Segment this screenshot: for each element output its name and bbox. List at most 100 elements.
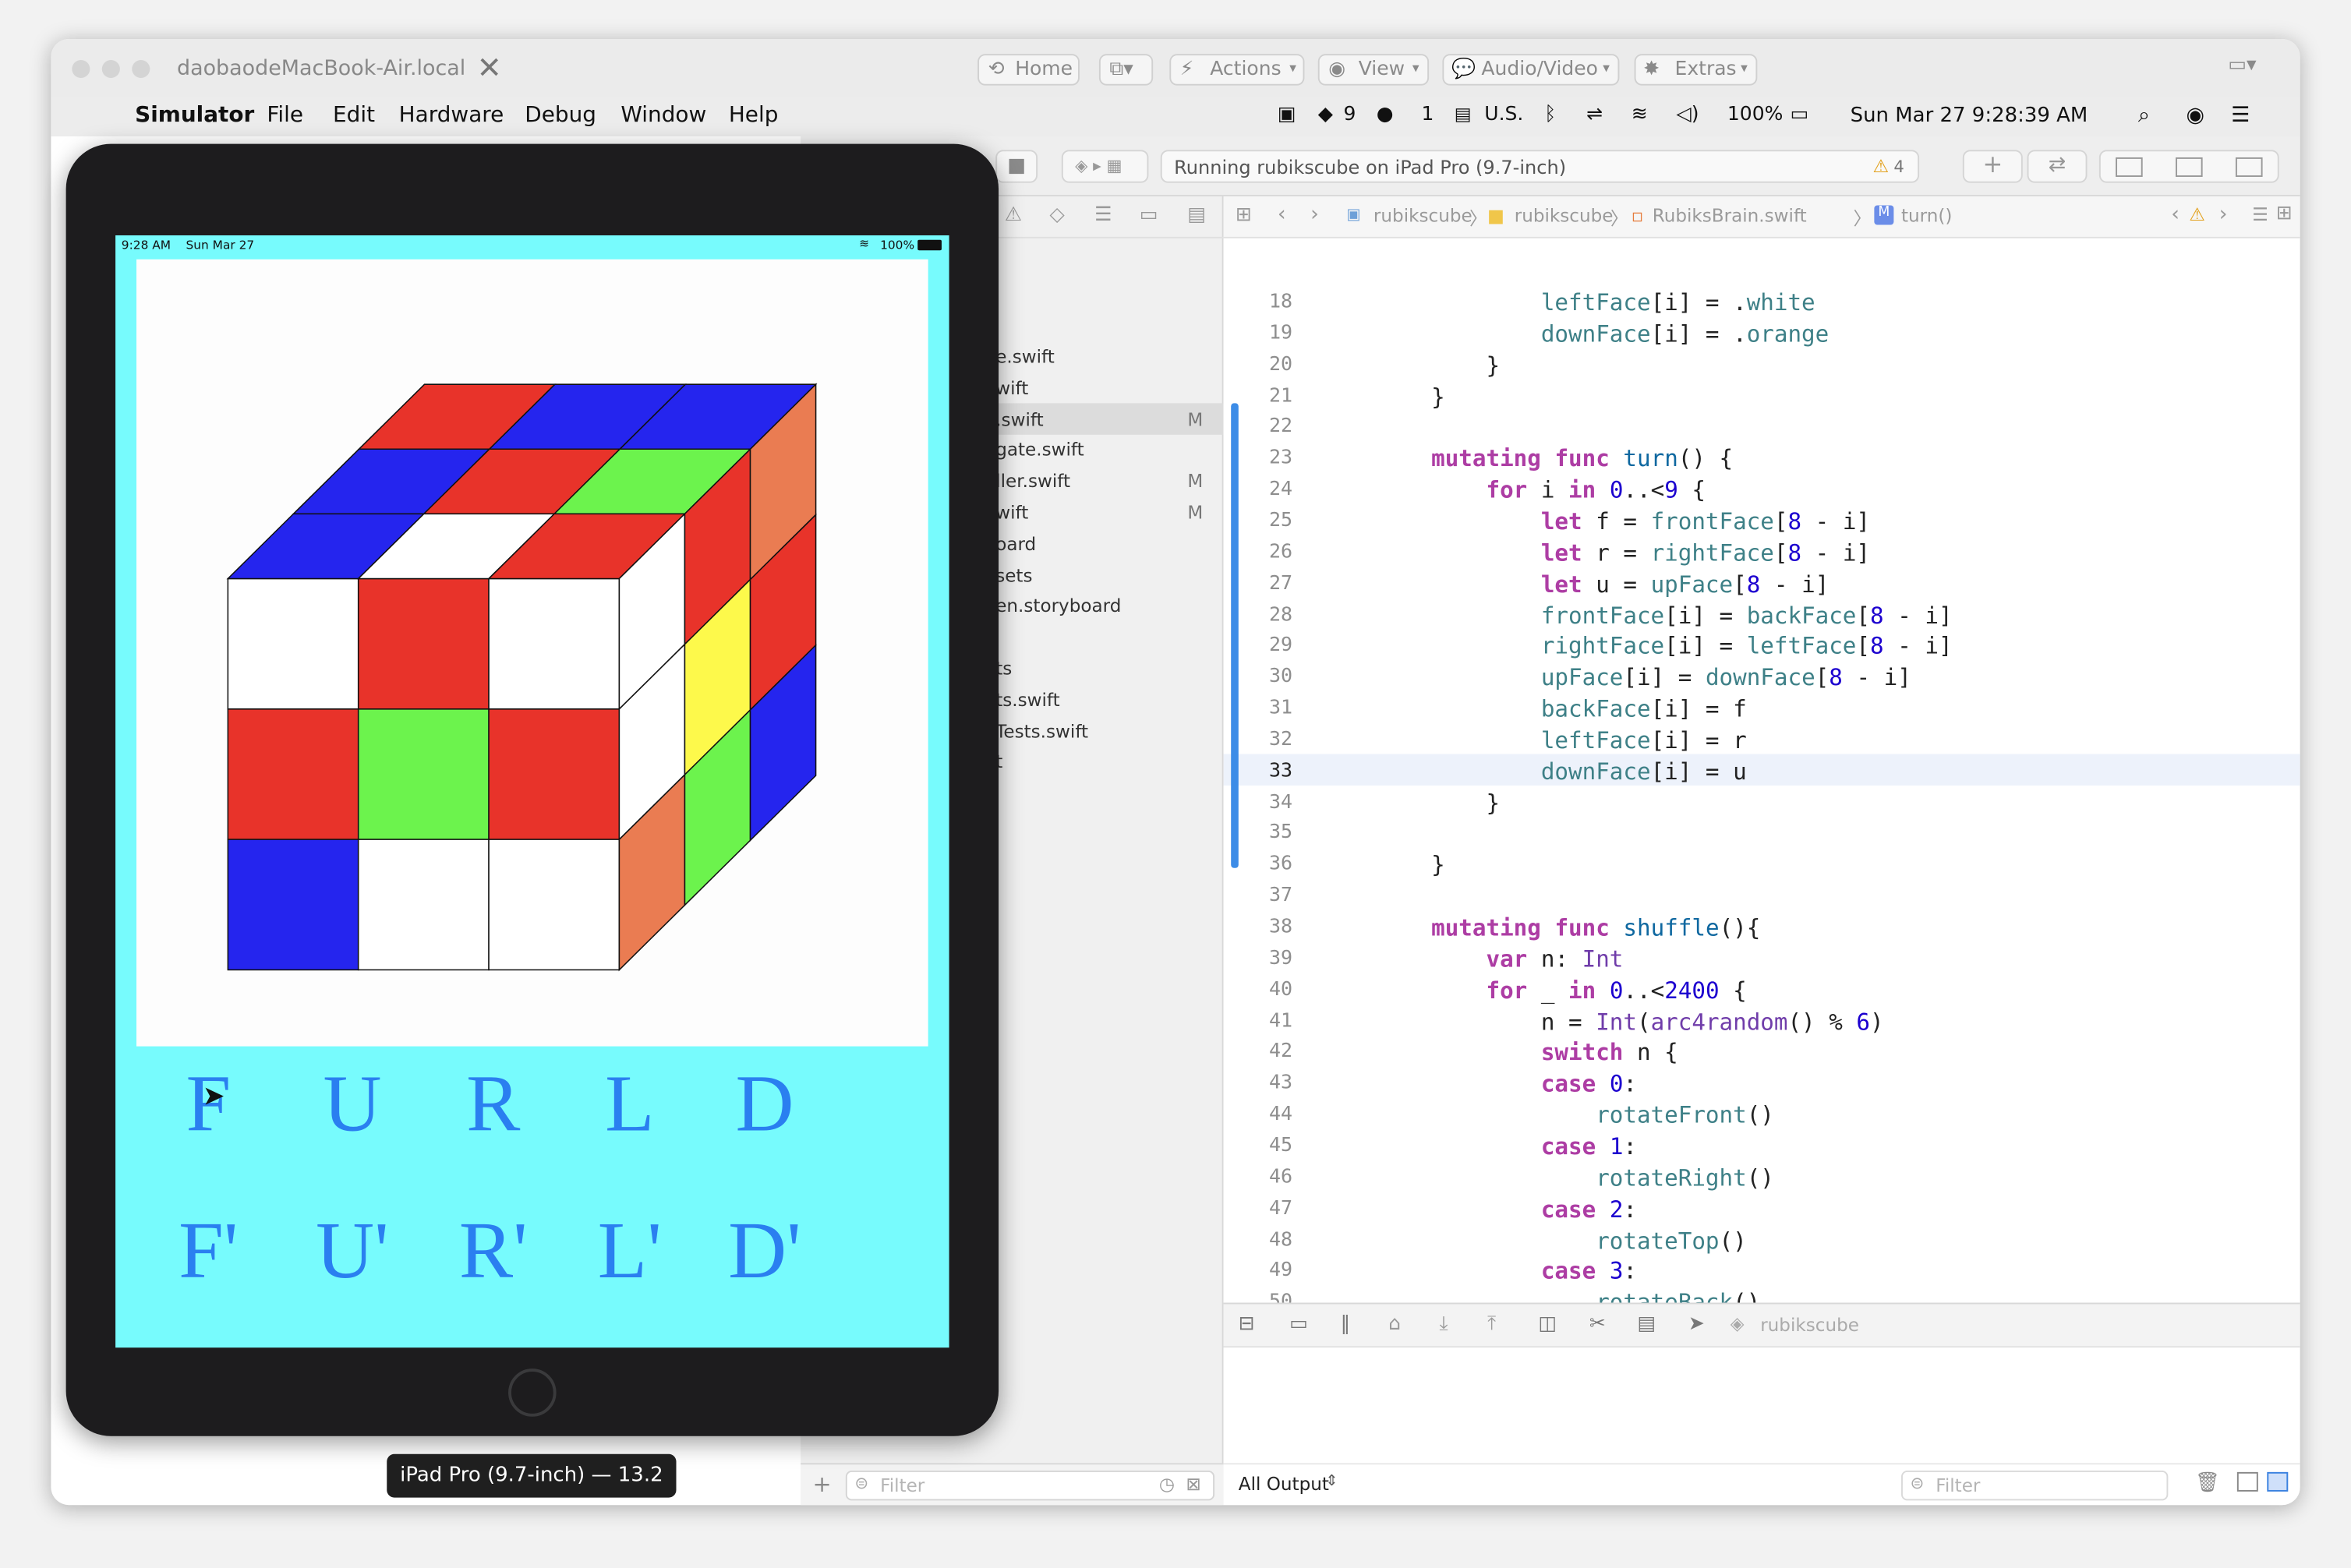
split-editor-icon[interactable]: ⊞ <box>2276 203 2293 225</box>
move-button[interactable]: D' <box>705 1204 825 1297</box>
location-icon[interactable]: ➤ <box>1688 1313 1705 1336</box>
move-button[interactable]: D <box>705 1057 825 1150</box>
prev-issue-icon[interactable]: ‹ <box>2171 203 2180 227</box>
library-add-button[interactable]: + <box>1962 150 2023 183</box>
next-issue-icon[interactable]: › <box>2219 203 2228 227</box>
flag-icon[interactable]: ▤ <box>1455 104 1472 125</box>
control-center-icon[interactable]: ☰ <box>2231 104 2250 128</box>
siri-icon[interactable]: ◉ <box>2186 104 2204 128</box>
file-item[interactable]: en.storyboard <box>995 595 1121 616</box>
step-out-icon[interactable]: ⤒ <box>1487 1313 1496 1336</box>
breakpoints-toggle-icon[interactable]: ▭ <box>1289 1313 1308 1336</box>
pause-icon[interactable]: ‖ <box>1341 1313 1351 1336</box>
minimize-dot[interactable] <box>101 59 120 79</box>
code-review-button[interactable]: ⇄ <box>2027 150 2088 183</box>
file-item[interactable]: Tests.swift <box>995 720 1088 741</box>
wechat-icon[interactable]: ● <box>1377 104 1394 126</box>
file-item[interactable]: e.swift <box>995 346 1055 367</box>
output-selector[interactable]: All Output <box>1239 1474 1329 1495</box>
breadcrumb-file[interactable]: RubiksBrain.swift <box>1653 206 1807 227</box>
move-button[interactable]: R' <box>433 1204 553 1297</box>
file-item[interactable]: ts.swift <box>995 689 1060 710</box>
stop-button[interactable] <box>995 150 1038 183</box>
close-dot[interactable] <box>72 59 90 79</box>
test-navigator-icon[interactable]: ◇ <box>1049 204 1064 227</box>
variables-view-toggle-icon[interactable] <box>2236 1471 2258 1492</box>
navigator-filter-input[interactable]: ⊜ Filter ◷ ⊠ <box>845 1470 1215 1501</box>
forward-chevron-icon[interactable]: › <box>1310 203 1319 227</box>
console-area[interactable]: All Output ⇕ ⊜ Filter 🗑 <box>1223 1347 2300 1506</box>
sync-icon[interactable]: ⇌ <box>1586 104 1603 126</box>
trash-icon[interactable]: 🗑 <box>2195 1472 2220 1495</box>
source-editor[interactable]: 18 leftFace[i] = .white 19 downFace[i] = … <box>1223 238 2300 1303</box>
debug-navigator-icon[interactable]: ☰ <box>1094 204 1112 227</box>
file-item[interactable]: sets <box>995 564 1032 585</box>
disconnect-icon[interactable]: ✕ <box>477 49 502 85</box>
extras-button[interactable]: ✸ Extras ▾ <box>1634 54 1758 86</box>
debug-area-toggle-icon[interactable] <box>2175 157 2203 177</box>
file-item[interactable]: oard <box>995 533 1036 554</box>
breadcrumb-symbol[interactable]: turn() <box>1901 206 1952 227</box>
menu-help[interactable]: Help <box>729 104 779 128</box>
source-control-filter-icon[interactable]: ⊠ <box>1186 1474 1200 1495</box>
notification-icon[interactable]: ◆ <box>1318 104 1333 126</box>
menu-hardware[interactable]: Hardware <box>399 104 504 128</box>
navigator-toggle-icon[interactable] <box>2116 157 2143 177</box>
menu-window[interactable]: Window <box>620 104 706 128</box>
move-button[interactable]: U <box>292 1057 412 1150</box>
report-navigator-icon[interactable]: ▤ <box>1187 204 1206 227</box>
console-filter-input[interactable]: ⊜ Filter <box>1900 1470 2169 1501</box>
warning-icon[interactable]: ⚠ <box>1872 156 1889 177</box>
menu-edit[interactable]: Edit <box>333 104 375 128</box>
zoom-dot[interactable] <box>132 59 150 79</box>
view-button[interactable]: ◉ View ▾ <box>1317 54 1430 86</box>
breadcrumb-group[interactable]: rubikscube <box>1515 206 1614 227</box>
add-icon[interactable]: + <box>813 1471 832 1498</box>
menu-clock[interactable]: Sun Mar 27 9:28:39 AM <box>1851 104 2088 128</box>
menu-debug[interactable]: Debug <box>525 104 596 128</box>
memory-graph-icon[interactable]: ✂ <box>1589 1313 1606 1336</box>
issue-navigator-icon[interactable]: ⚠ <box>1005 204 1022 227</box>
related-items-icon[interactable]: ⊞ <box>1236 204 1252 227</box>
inspector-toggle-icon[interactable] <box>2235 157 2263 177</box>
move-button[interactable]: L' <box>570 1204 690 1297</box>
step-into-icon[interactable]: ⤓ <box>1440 1313 1448 1336</box>
move-button[interactable]: U' <box>292 1204 412 1297</box>
bluetooth-icon[interactable]: ᛒ <box>1544 104 1556 126</box>
copy-button[interactable]: ⧉▾ <box>1098 54 1154 86</box>
scheme-selector[interactable]: ◈ ▸ ▦ <box>1061 150 1149 183</box>
audio-video-button[interactable]: 💬 Audio/Video ▾ <box>1442 54 1620 86</box>
menu-app-simulator[interactable]: Simulator <box>135 104 254 128</box>
window-mode-icon[interactable]: ▭▾ <box>2228 54 2282 83</box>
ipad-screen[interactable]: 9:28 AM Sun Mar 27 ≋ 100% F U R L D F' U' R' L' D… <box>115 235 949 1348</box>
view-hierarchy-icon[interactable]: ◫ <box>1539 1313 1557 1336</box>
battery-icon[interactable]: ▭ <box>1791 104 1809 126</box>
home-button[interactable] <box>508 1368 557 1417</box>
move-button[interactable]: F' <box>148 1204 268 1297</box>
move-button[interactable]: L <box>570 1057 690 1150</box>
input-source[interactable]: U.S. <box>1484 104 1523 126</box>
recent-files-icon[interactable]: ◷ <box>1159 1474 1175 1495</box>
file-item[interactable]: wift <box>995 377 1028 398</box>
menu-file[interactable]: File <box>267 104 303 128</box>
search-icon[interactable]: ⌕ <box>2138 104 2150 128</box>
console-view-toggle-icon[interactable] <box>2267 1471 2289 1492</box>
volume-icon[interactable]: ◁) <box>1676 104 1699 126</box>
file-item[interactable]: wift <box>995 502 1028 523</box>
step-over-icon[interactable]: ⌂ <box>1388 1313 1401 1336</box>
editor-options-icon[interactable]: ☰ <box>2252 204 2268 225</box>
environment-overrides-icon[interactable]: ▤ <box>1637 1313 1656 1336</box>
breakpoint-navigator-icon[interactable]: ▭ <box>1140 204 1158 227</box>
file-item[interactable]: ller.swift <box>995 471 1070 492</box>
warning-icon[interactable]: ⚠ <box>2189 204 2205 225</box>
home-button[interactable]: ⟲ Home <box>978 54 1080 86</box>
wifi-icon[interactable]: ≋ <box>1632 104 1648 126</box>
move-button[interactable]: R <box>433 1057 553 1150</box>
back-chevron-icon[interactable]: ‹ <box>1278 203 1286 227</box>
actions-button[interactable]: ⚡ Actions ▾ <box>1169 54 1305 86</box>
breadcrumb-project[interactable]: rubikscube <box>1373 206 1472 227</box>
app-w-icon[interactable]: ▣ <box>1278 104 1296 126</box>
file-item[interactable]: gate.swift <box>995 440 1084 461</box>
file-item[interactable]: .swift <box>995 408 1043 429</box>
hide-debug-area-icon[interactable]: ⊟ <box>1239 1313 1255 1336</box>
